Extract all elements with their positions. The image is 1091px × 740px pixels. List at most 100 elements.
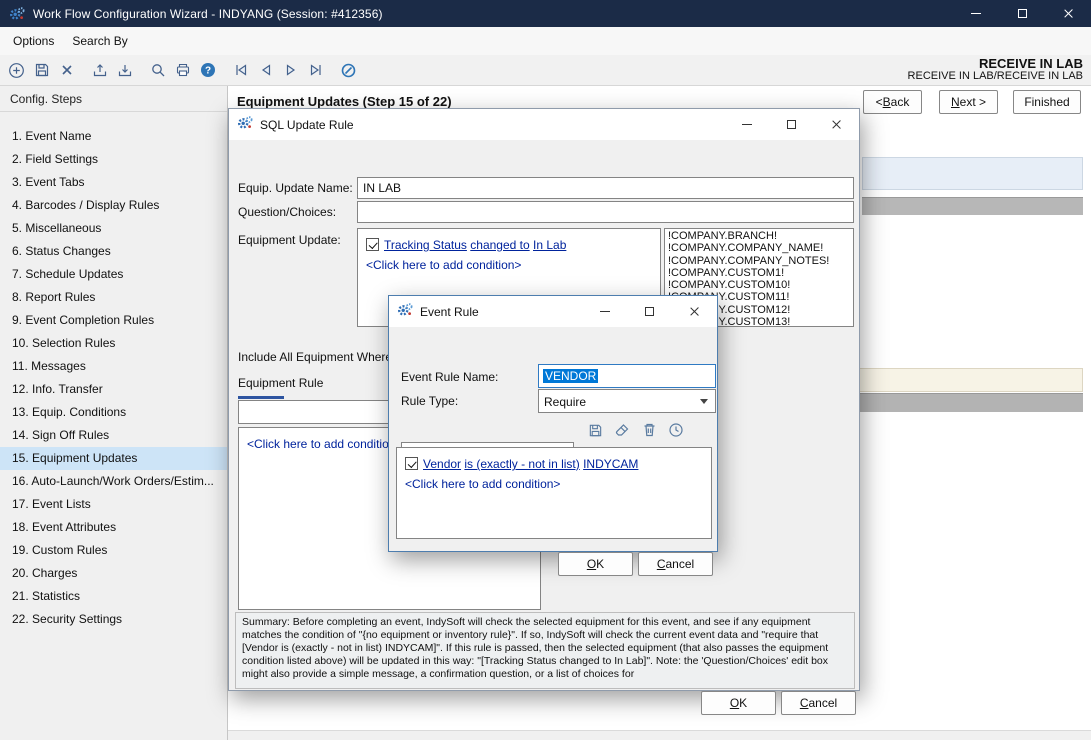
sidebar-item-label: 21. Statistics [12, 589, 80, 603]
finished-button[interactable]: Finished [1013, 90, 1081, 114]
dialog-minimize-button[interactable] [724, 109, 769, 140]
rule-toolbar [586, 421, 685, 439]
sidebar-item-label: 8. Report Rules [12, 290, 95, 304]
rule-checkbox[interactable] [366, 238, 379, 251]
token-item[interactable]: !COMPANY.CUSTOM1! [668, 267, 850, 279]
sidebar-item[interactable]: 21. Statistics [0, 585, 227, 608]
sidebar-item[interactable]: 20. Charges [0, 562, 227, 585]
sidebar-item[interactable]: 5. Miscellaneous [0, 217, 227, 240]
eraser-button[interactable] [613, 421, 631, 439]
sidebar-header: Config. Steps [0, 86, 227, 112]
delete-button[interactable] [54, 58, 79, 83]
close-icon [1063, 8, 1074, 19]
quick-link-button[interactable] [336, 58, 361, 83]
sidebar-item-label: 18. Event Attributes [12, 520, 116, 534]
sidebar-item[interactable]: 4. Barcodes / Display Rules [0, 194, 227, 217]
dialog-maximize-button[interactable] [769, 109, 814, 140]
sidebar-item-label: 15. Equipment Updates [12, 451, 137, 465]
sidebar-item[interactable]: 19. Custom Rules [0, 539, 227, 562]
export-button[interactable] [87, 58, 112, 83]
minimize-button[interactable] [953, 0, 999, 27]
sidebar-item[interactable]: 1. Event Name [0, 125, 227, 148]
sidebar-item[interactable]: 17. Event Lists [0, 493, 227, 516]
next-record-button[interactable] [278, 58, 303, 83]
sidebar-item[interactable]: 18. Event Attributes [0, 516, 227, 539]
event-name: RECEIVE IN LAB [908, 57, 1083, 70]
sidebar-item[interactable]: 2. Field Settings [0, 148, 227, 171]
sidebar-item[interactable]: 13. Equip. Conditions [0, 401, 227, 424]
maximize-button[interactable] [999, 0, 1045, 27]
minimize-icon [971, 13, 981, 14]
rule-value-link[interactable]: INDYCAM [583, 457, 638, 471]
print-button[interactable] [170, 58, 195, 83]
svg-text:?: ? [204, 66, 210, 77]
sidebar-item[interactable]: 6. Status Changes [0, 240, 227, 263]
history-button[interactable] [667, 421, 685, 439]
sidebar-item[interactable]: 8. Report Rules [0, 286, 227, 309]
menu-item[interactable]: Search By [63, 29, 136, 53]
window-title: Work Flow Configuration Wizard - INDYANG… [33, 7, 383, 21]
dialog-minimize-button[interactable] [582, 296, 627, 327]
sidebar-item[interactable]: 22. Security Settings [0, 608, 227, 631]
rule-type-dropdown[interactable]: Require [538, 389, 716, 413]
quick-link-icon [340, 62, 357, 79]
add-condition-link[interactable]: <Click here to add condition> [366, 255, 652, 275]
rule-operator-link[interactable]: changed to [470, 238, 529, 252]
token-item[interactable]: !COMPANY.COMPANY_NAME! [668, 242, 850, 254]
sidebar-item[interactable]: 14. Sign Off Rules [0, 424, 227, 447]
include-equipment-label: Include All Equipment Where [238, 350, 392, 364]
rule-value-link[interactable]: In Lab [533, 238, 566, 252]
save-button[interactable] [29, 58, 54, 83]
sidebar-item[interactable]: 3. Event Tabs [0, 171, 227, 194]
help-button[interactable]: ? [195, 58, 220, 83]
sidebar-item[interactable]: 16. Auto-Launch/Work Orders/Estim... [0, 470, 227, 493]
search-button[interactable] [145, 58, 170, 83]
dialog-maximize-button[interactable] [627, 296, 672, 327]
dialog-close-button[interactable] [672, 296, 717, 327]
sidebar-item-label: 3. Event Tabs [12, 175, 85, 189]
sidebar-item[interactable]: 7. Schedule Updates [0, 263, 227, 286]
token-item[interactable]: !COMPANY.COMPANY_NOTES! [668, 255, 850, 267]
rule-field-link[interactable]: Vendor [423, 457, 461, 471]
cancel-button[interactable]: Cancel [638, 552, 713, 576]
first-record-button[interactable] [228, 58, 253, 83]
previous-record-button[interactable] [253, 58, 278, 83]
back-button[interactable]: < Back [863, 90, 922, 114]
question-choices-input[interactable] [357, 201, 854, 223]
add-button[interactable] [4, 58, 29, 83]
sidebar-item[interactable]: 15. Equipment Updates [0, 447, 227, 470]
token-item[interactable]: !COMPANY.CUSTOM10! [668, 279, 850, 291]
search-icon [150, 62, 166, 78]
update-rule-row: Tracking Status changed to In Lab [366, 235, 652, 255]
update-name-input[interactable]: IN LAB [357, 177, 854, 199]
add-condition-link[interactable]: <Click here to add condition> [405, 474, 703, 494]
event-path: RECEIVE IN LAB/RECEIVE IN LAB [908, 70, 1083, 83]
rule-field-link[interactable]: Tracking Status [384, 238, 467, 252]
menu-item[interactable]: Options [4, 29, 63, 53]
sidebar-item[interactable]: 9. Event Completion Rules [0, 309, 227, 332]
import-button[interactable] [112, 58, 137, 83]
close-button[interactable] [1045, 0, 1091, 27]
token-item[interactable]: !COMPANY.BRANCH! [668, 230, 850, 242]
page-title: Equipment Updates (Step 15 of 22) [237, 94, 452, 109]
last-record-button[interactable] [303, 58, 328, 83]
next-button[interactable]: Next > [939, 90, 998, 114]
event-rule-name-label: Event Rule Name: [401, 370, 498, 384]
rule-checkbox[interactable] [405, 457, 418, 470]
ok-button[interactable]: OK [558, 552, 633, 576]
sidebar-item-label: 17. Event Lists [12, 497, 91, 511]
sidebar-item[interactable]: 12. Info. Transfer [0, 378, 227, 401]
menubar: OptionsSearch By [0, 27, 1091, 55]
ok-button[interactable]: OK [701, 691, 776, 715]
rule-operator-link[interactable]: is (exactly - not in list) [464, 457, 579, 471]
delete-rule-button[interactable] [640, 421, 658, 439]
event-rule-name-input[interactable]: VENDOR [538, 364, 716, 388]
clock-icon [668, 422, 684, 438]
trash-icon [642, 422, 657, 438]
tab-equipment-rule[interactable]: Equipment Rule [238, 376, 323, 390]
cancel-button[interactable]: Cancel [781, 691, 856, 715]
save-rule-button[interactable] [586, 421, 604, 439]
dialog-close-button[interactable] [814, 109, 859, 140]
sidebar-item[interactable]: 10. Selection Rules [0, 332, 227, 355]
sidebar-item[interactable]: 11. Messages [0, 355, 227, 378]
